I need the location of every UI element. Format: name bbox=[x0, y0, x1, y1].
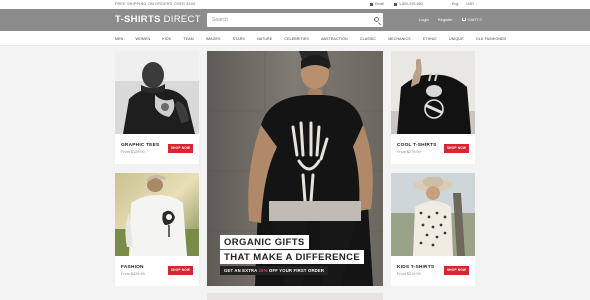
nav-item-stars[interactable]: STARS bbox=[233, 37, 245, 41]
nav-item-nature[interactable]: NATURE bbox=[257, 37, 272, 41]
product-price: From $429.99 bbox=[121, 272, 145, 276]
logo-light-text: DIRECT bbox=[163, 14, 201, 25]
search-icon[interactable] bbox=[374, 17, 379, 22]
search-bar[interactable]: Search bbox=[207, 13, 383, 27]
locale-selectors: Eng USD bbox=[452, 2, 474, 6]
next-banner-peek bbox=[207, 293, 383, 300]
currency-select[interactable]: USD bbox=[466, 2, 474, 6]
product-name[interactable]: COOL T-SHIRTS bbox=[397, 143, 437, 148]
nav-item-images[interactable]: IMAGES bbox=[206, 37, 221, 41]
contact-info: Email 1-800-975-890 bbox=[370, 2, 423, 6]
nav-item-abstraction[interactable]: ABSTRACTION bbox=[321, 37, 348, 41]
cart-button[interactable]: CART 0 bbox=[461, 17, 482, 22]
login-link[interactable]: Login bbox=[419, 17, 429, 22]
product-name[interactable]: FASHION bbox=[121, 265, 144, 270]
nav-item-ethnic[interactable]: ETHNIC bbox=[423, 37, 437, 41]
product-price: From $129.99 bbox=[121, 150, 145, 154]
free-shipping-notice: FREE SHIPPING ON ORDERS OVER $100 bbox=[115, 2, 196, 6]
shop-now-button[interactable]: SHOP NOW bbox=[168, 266, 193, 275]
phone-icon bbox=[394, 2, 397, 6]
product-card-kids-tshirts[interactable]: KIDS T-SHIRTS From $219.99 SHOP NOW bbox=[391, 173, 475, 286]
product-card-info: KIDS T-SHIRTS From $219.99 SHOP NOW bbox=[391, 256, 475, 286]
nav-item-celebrities[interactable]: CELEBRITIES bbox=[284, 37, 308, 41]
email-link[interactable]: Email bbox=[370, 2, 384, 6]
nav-item-team[interactable]: TEAM bbox=[183, 37, 193, 41]
nav-item-women[interactable]: WOMEN bbox=[135, 37, 150, 41]
language-select[interactable]: Eng bbox=[452, 2, 458, 6]
nav-item-unique[interactable]: UNIQUE bbox=[449, 37, 464, 41]
header-links: Login Register CART 0 bbox=[419, 17, 482, 22]
promo-prefix: GET AN EXTRA bbox=[224, 268, 258, 273]
top-bar: FREE SHIPPING ON ORDERS OVER $100 Email … bbox=[0, 0, 590, 9]
register-link[interactable]: Register bbox=[438, 17, 453, 22]
product-card-fashion[interactable]: FASHION From $429.99 SHOP NOW bbox=[115, 173, 199, 286]
mail-icon bbox=[370, 2, 373, 6]
product-price: From $219.99 bbox=[397, 272, 421, 276]
promo-discount: 10% bbox=[258, 268, 268, 273]
phone-number: 1-800-975-890 bbox=[394, 2, 423, 6]
cool-tshirts-photo[interactable] bbox=[391, 51, 475, 134]
product-card-info: GRAPHIC TEES From $129.99 SHOP NOW bbox=[115, 134, 199, 164]
product-card-info: FASHION From $429.99 SHOP NOW bbox=[115, 256, 199, 286]
hero-promo-text[interactable]: GET AN EXTRA 10% OFF YOUR FIRST ORDER bbox=[220, 266, 329, 275]
product-card-info: COOL T-SHIRTS From $279.99 SHOP NOW bbox=[391, 134, 475, 164]
search-input[interactable]: Search bbox=[212, 17, 228, 23]
hero-banner[interactable]: ORGANIC GIFTS THAT MAKE A DIFFERENCE GET… bbox=[207, 51, 383, 286]
fashion-photo[interactable] bbox=[115, 173, 199, 256]
shop-now-button[interactable]: SHOP NOW bbox=[444, 144, 469, 153]
hero-headline-line1: ORGANIC GIFTS bbox=[220, 235, 309, 249]
kids-tshirts-photo[interactable] bbox=[391, 173, 475, 256]
product-name[interactable]: KIDS T-SHIRTS bbox=[397, 265, 434, 270]
logo-bold-text: T-SHIRTS bbox=[115, 14, 161, 25]
nav-item-mechanics[interactable]: MECHANICS bbox=[388, 37, 410, 41]
cart-icon bbox=[461, 18, 466, 21]
category-nav: MEN WOMEN KIDS TEAM IMAGES STARS NATURE … bbox=[0, 31, 590, 46]
nav-item-old-fashioned[interactable]: OLD FASHIONED bbox=[476, 37, 506, 41]
product-card-graphic-tees[interactable]: GRAPHIC TEES From $129.99 SHOP NOW bbox=[115, 51, 199, 164]
shop-now-button[interactable]: SHOP NOW bbox=[444, 266, 469, 275]
product-price: From $279.99 bbox=[397, 150, 421, 154]
nav-item-kids[interactable]: KIDS bbox=[162, 37, 171, 41]
product-card-cool-tshirts[interactable]: COOL T-SHIRTS From $279.99 SHOP NOW bbox=[391, 51, 475, 164]
main-header: T-SHIRTS DIRECT Search Login Register CA… bbox=[0, 9, 590, 31]
graphic-tees-photo[interactable] bbox=[115, 51, 199, 134]
shop-now-button[interactable]: SHOP NOW bbox=[168, 144, 193, 153]
product-name[interactable]: GRAPHIC TEES bbox=[121, 143, 159, 148]
site-logo[interactable]: T-SHIRTS DIRECT bbox=[115, 14, 201, 25]
nav-item-men[interactable]: MEN bbox=[115, 37, 123, 41]
promo-suffix: OFF YOUR FIRST ORDER bbox=[269, 268, 325, 273]
cart-label: CART 0 bbox=[467, 17, 482, 22]
hero-headline-line2: THAT MAKE A DIFFERENCE bbox=[220, 250, 365, 264]
nav-item-classic[interactable]: CLASSIC bbox=[360, 37, 376, 41]
